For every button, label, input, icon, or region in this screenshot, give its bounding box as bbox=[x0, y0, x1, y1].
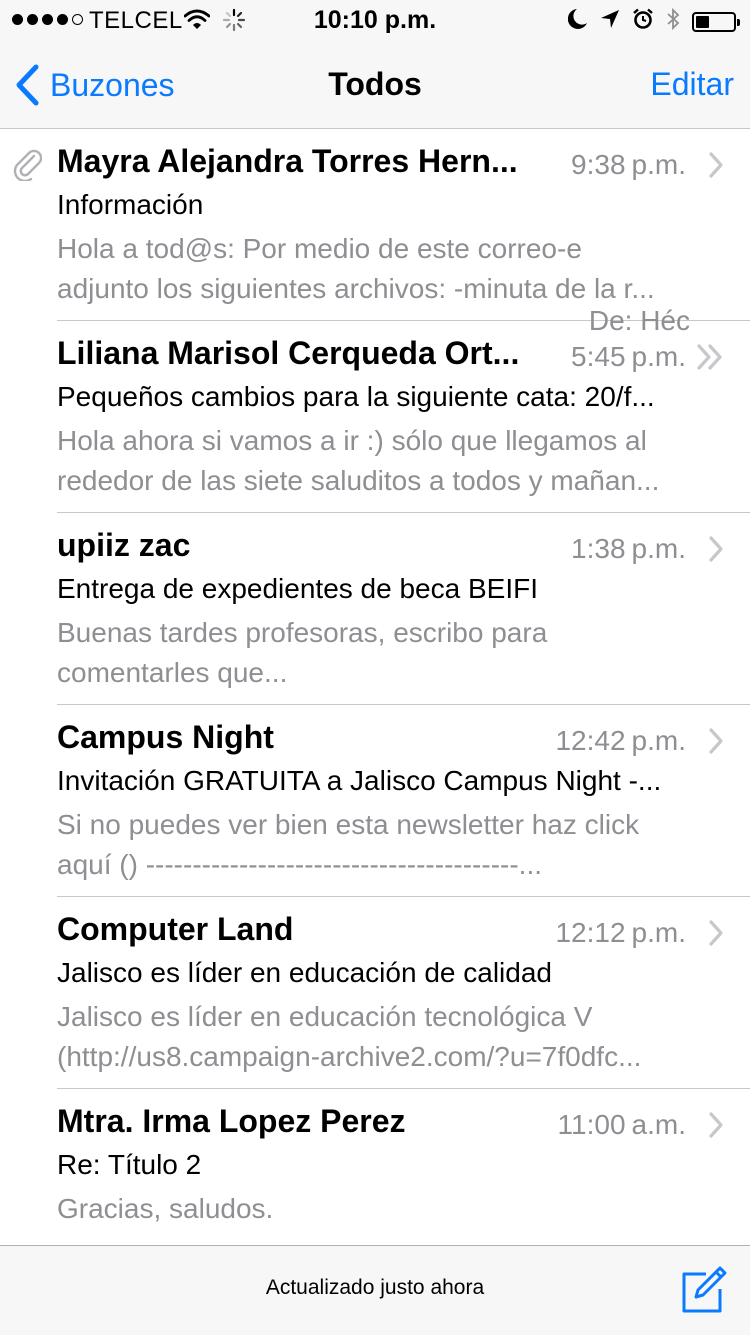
chevron-right-icon bbox=[708, 919, 724, 952]
mail-preview-line: adjunto los siguientes archivos: -minuta… bbox=[57, 273, 655, 304]
mail-preview-line: Hola a tod@s: Por medio de este correo-e bbox=[57, 233, 582, 264]
double-chevron-right-icon bbox=[696, 343, 724, 376]
mail-preview-line: Si no puedes ver bien esta newsletter ha… bbox=[57, 809, 640, 840]
location-arrow-icon bbox=[600, 9, 620, 34]
mail-row[interactable]: Campus Night 12:42 p.m. Invitación GRATUITA… bbox=[57, 705, 750, 897]
mail-preview: Hola a tod@s: Por medio de este correo-e… bbox=[57, 229, 717, 309]
chevron-right-icon bbox=[708, 727, 724, 760]
mail-sender: Campus Night bbox=[57, 719, 274, 755]
mail-preview-line: (http://us8.campaign-archive2.com/?u=7f0… bbox=[57, 1041, 642, 1072]
update-status: Actualizado justo ahora bbox=[265, 1276, 485, 1299]
mail-preview-line: Jalisco es líder en educación tecnológic… bbox=[57, 1001, 593, 1032]
mail-time: 5:45 p.m. bbox=[571, 341, 686, 373]
moon-icon bbox=[567, 8, 588, 35]
mail-time-value: 9:38 bbox=[571, 149, 626, 180]
mail-subject: Entrega de expedientes de beca BEIFI bbox=[57, 573, 538, 604]
compose-icon bbox=[682, 1266, 727, 1313]
mail-time-period: a.m. bbox=[631, 1109, 686, 1140]
mail-preview: Hola ahora si vamos a ir :) sólo que lle… bbox=[57, 421, 717, 501]
mail-preview-line: rededor de las siete saluditos a todos y… bbox=[57, 465, 660, 496]
mail-preview-line: Hola ahora si vamos a ir :) sólo que lle… bbox=[57, 425, 647, 456]
bluetooth-icon bbox=[666, 7, 680, 36]
mail-subject: Información bbox=[57, 189, 204, 220]
bottom-toolbar: Actualizado justo ahora bbox=[0, 1245, 750, 1335]
mail-preview-line: aquí () --------------------------------… bbox=[57, 849, 543, 880]
chevron-right-icon bbox=[708, 1111, 724, 1144]
battery-level bbox=[696, 15, 709, 28]
mail-time-value: 1:38 bbox=[571, 533, 626, 564]
mail-preview-line: Buenas tardes profesoras, escribo para bbox=[57, 617, 548, 648]
mail-time-value: 5:45 bbox=[571, 341, 626, 372]
mail-row[interactable]: Mtra. Irma Lopez Perez 11:00 a.m. Re: Títul… bbox=[57, 1089, 750, 1245]
mail-time: 12:12 p.m. bbox=[555, 917, 686, 949]
mail-sender: Mayra Alejandra Torres Hern... bbox=[57, 143, 518, 179]
mail-time-value: 12:12 bbox=[555, 917, 626, 948]
mail-time: 1:38 p.m. bbox=[571, 533, 686, 565]
mail-sender: Computer Land bbox=[57, 911, 294, 947]
mail-sender: Mtra. Irma Lopez Perez bbox=[57, 1103, 406, 1139]
chevron-right-icon bbox=[708, 535, 724, 568]
mail-preview: Jalisco es líder en educación tecnológic… bbox=[57, 997, 717, 1077]
mail-preview-line: Gracias, saludos. bbox=[57, 1193, 274, 1224]
mail-subject: Pequeños cambios para la siguiente cata:… bbox=[57, 381, 655, 412]
status-icons bbox=[567, 7, 740, 36]
mail-row[interactable]: Liliana Marisol Cerqueda Ort... 5:45 p.m. P… bbox=[57, 321, 750, 513]
mail-preview: Buenas tardes profesoras, escribo para co… bbox=[57, 613, 717, 693]
mail-sender: Liliana Marisol Cerqueda Ort... bbox=[57, 335, 520, 371]
partial-preview-text: De: Héc bbox=[588, 305, 690, 336]
alarm-icon bbox=[632, 8, 654, 35]
mail-time-period: p.m. bbox=[631, 533, 686, 564]
mail-time: 12:42 p.m. bbox=[555, 725, 686, 757]
mail-preview-line: comentarles que... bbox=[57, 657, 288, 688]
mail-time-period: p.m. bbox=[631, 725, 686, 756]
edit-button[interactable]: Editar bbox=[650, 66, 734, 103]
mail-preview: Gracias, saludos. bbox=[57, 1189, 717, 1229]
mail-preview: Si no puedes ver bien esta newsletter ha… bbox=[57, 805, 717, 885]
mail-row[interactable]: upiiz zac 1:38 p.m. Entrega de expedientes … bbox=[57, 513, 750, 705]
mail-list: Mayra Alejandra Torres Hern... 9:38 p.m. In… bbox=[0, 129, 750, 1245]
mail-sender: upiiz zac bbox=[57, 527, 191, 563]
mail-subject: Jalisco es líder en educación de calidad bbox=[57, 957, 552, 988]
paperclip-icon bbox=[12, 147, 43, 186]
mail-row[interactable]: Mayra Alejandra Torres Hern... 9:38 p.m. In… bbox=[13, 129, 750, 321]
mail-time-period: p.m. bbox=[631, 341, 686, 372]
page-title: Todos bbox=[328, 66, 422, 102]
mail-time: 11:00 a.m. bbox=[558, 1109, 686, 1141]
mail-time-period: p.m. bbox=[631, 149, 686, 180]
mail-time-value: 11:00 bbox=[557, 1109, 626, 1140]
battery-icon bbox=[692, 11, 740, 32]
mail-time: 9:38 p.m. bbox=[571, 149, 686, 181]
mail-subject: Invitación GRATUITA a Jalisco Campus Nig… bbox=[57, 765, 662, 796]
mail-time-period: p.m. bbox=[631, 917, 686, 948]
compose-button[interactable] bbox=[680, 1266, 730, 1319]
mail-subject: Re: Título 2 bbox=[57, 1149, 202, 1180]
navigation-bar: Buzones Todos Editar bbox=[0, 40, 750, 129]
mail-time-value: 12:42 bbox=[555, 725, 626, 756]
status-bar: TELCEL 10:10 p.m. bbox=[0, 0, 750, 40]
chevron-right-icon bbox=[708, 151, 724, 184]
mail-row[interactable]: Computer Land 12:12 p.m. Jalisco es líder e… bbox=[57, 897, 750, 1089]
